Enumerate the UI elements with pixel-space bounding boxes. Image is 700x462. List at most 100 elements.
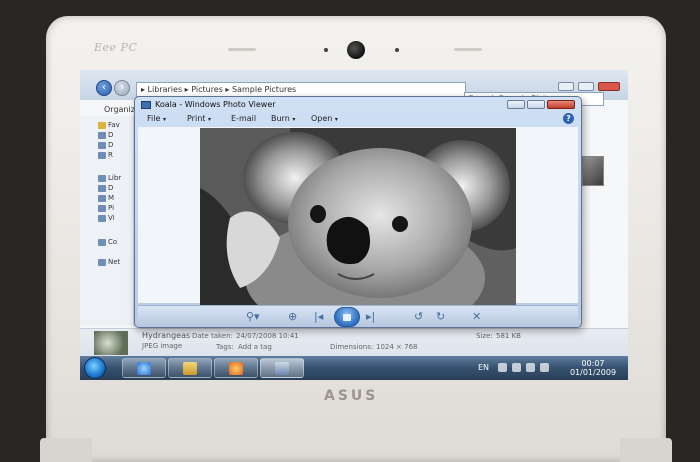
speaker-slot-right	[454, 48, 482, 51]
menu-print-label: Print	[187, 114, 206, 123]
nav-lib-item[interactable]: M	[108, 194, 114, 202]
rotate-counterclockwise-icon[interactable]: ↺	[414, 310, 423, 324]
chevron-down-icon: ▾	[207, 116, 211, 123]
rotate-clockwise-icon[interactable]: ↻	[436, 310, 445, 324]
chevron-down-icon: ▾	[162, 116, 166, 123]
details-pane: Hydrangeas JPEG image Date taken: 24/07/…	[80, 328, 628, 356]
menu-open[interactable]: Open ▾	[311, 114, 338, 123]
date-taken-label: Date taken:	[192, 332, 233, 340]
dimensions-value: 1024 × 768	[376, 343, 418, 351]
network-icon	[98, 259, 106, 266]
nav-computer[interactable]: Co	[108, 238, 117, 246]
nav-lib-item[interactable]: Vi	[108, 214, 115, 222]
details-file-type: JPEG image	[142, 342, 183, 350]
language-indicator[interactable]: EN	[478, 363, 489, 372]
webcam	[347, 41, 365, 59]
viewer-menu-bar: File ▾ Print ▾ E-mail Burn ▾ Open ▾	[137, 112, 579, 126]
menu-email[interactable]: E-mail	[231, 114, 256, 123]
laptop-screen: ‹ › ▸ Libraries ▸ Pictures ▸ Sample Pict…	[80, 70, 628, 380]
menu-burn-label: Burn	[271, 114, 290, 123]
media-player-icon	[229, 362, 243, 375]
file-thumbnail[interactable]	[582, 156, 604, 186]
flag-icon[interactable]	[512, 363, 521, 372]
asus-logo: ASUS	[324, 388, 379, 404]
computer-icon	[98, 239, 106, 246]
internet-explorer-icon	[137, 362, 151, 375]
nav-favorites[interactable]: Fav	[108, 121, 120, 129]
dimensions-label: Dimensions:	[330, 343, 374, 351]
battery-icon[interactable]	[526, 363, 535, 372]
details-file-name: Hydrangeas	[142, 331, 191, 340]
pictures-icon	[98, 205, 106, 212]
libraries-icon	[98, 175, 106, 182]
organize-menu[interactable]: Organiz	[104, 105, 135, 114]
tags-label: Tags:	[216, 343, 234, 351]
clock[interactable]: 00:07 01/01/2009	[560, 359, 626, 377]
slideshow-button[interactable]	[334, 307, 360, 327]
image-canvas	[138, 127, 578, 306]
actual-size-icon[interactable]: ⊕	[288, 310, 297, 324]
taskbar-media-player[interactable]	[214, 358, 258, 378]
documents-icon	[98, 185, 106, 192]
maximize-button[interactable]	[527, 100, 545, 109]
menu-burn[interactable]: Burn ▾	[271, 114, 295, 123]
nav-lib-item[interactable]: D	[108, 184, 113, 192]
volume-icon[interactable]	[540, 363, 549, 372]
minimize-button[interactable]	[507, 100, 525, 109]
chevron-down-icon: ▾	[334, 116, 338, 123]
sensor-dot	[395, 48, 399, 52]
tray-expand-icon[interactable]	[498, 363, 507, 372]
menu-email-label: E-mail	[231, 114, 257, 123]
menu-file[interactable]: File ▾	[147, 114, 166, 123]
help-icon[interactable]: ?	[563, 113, 574, 124]
explorer-close-button[interactable]	[598, 82, 620, 91]
photo-viewer-app-icon	[141, 101, 151, 109]
explorer-maximize-button[interactable]	[578, 82, 594, 91]
videos-icon	[98, 215, 106, 222]
chevron-down-icon: ▾	[292, 116, 296, 123]
start-button[interactable]	[84, 357, 106, 379]
koala-photo	[200, 128, 516, 306]
date-taken-value: 24/07/2008 10:41	[236, 332, 299, 340]
menu-print[interactable]: Print ▾	[187, 114, 211, 123]
close-button[interactable]	[547, 100, 575, 109]
breadcrumb[interactable]: ▸ Libraries ▸ Pictures ▸ Sample Pictures	[136, 82, 466, 97]
photo-viewer-icon	[275, 362, 289, 375]
hinge-left	[40, 438, 92, 462]
forward-button[interactable]: ›	[114, 80, 130, 96]
taskbar: EN 00:07 01/01/2009	[80, 356, 628, 380]
next-icon[interactable]: ▸|	[366, 310, 375, 324]
downloads-icon	[98, 142, 106, 149]
menu-open-label: Open	[311, 114, 333, 123]
details-thumbnail	[94, 331, 128, 355]
nav-network[interactable]: Net	[108, 258, 120, 266]
eee-pc-logo: Eee PC	[94, 41, 138, 54]
tags-value[interactable]: Add a tag	[238, 343, 272, 351]
photo-viewer-window: Koala - Windows Photo Viewer File ▾ Prin…	[134, 96, 582, 328]
music-icon	[98, 195, 106, 202]
desktop-icon	[98, 132, 106, 139]
delete-icon[interactable]: ✕	[472, 310, 481, 324]
nav-fav-item[interactable]: D	[108, 141, 113, 149]
clock-time: 00:07	[581, 359, 605, 368]
explorer-minimize-button[interactable]	[558, 82, 574, 91]
hinge-right	[620, 438, 672, 462]
menu-file-label: File	[147, 114, 161, 123]
zoom-icon[interactable]: ⚲▾	[246, 310, 260, 324]
navigation-pane: Fav D D R Libr D M Pi Vi Co Net	[80, 116, 134, 326]
taskbar-explorer[interactable]	[168, 358, 212, 378]
taskbar-internet-explorer[interactable]	[122, 358, 166, 378]
previous-icon[interactable]: |◂	[314, 310, 323, 324]
nav-fav-item[interactable]: R	[108, 151, 113, 159]
speaker-slot-left	[228, 48, 256, 51]
folder-icon	[183, 362, 197, 375]
window-title: Koala - Windows Photo Viewer	[155, 100, 276, 109]
recent-places-icon	[98, 152, 106, 159]
koala-image	[200, 128, 516, 306]
size-label: Size:	[476, 332, 493, 340]
nav-fav-item[interactable]: D	[108, 131, 113, 139]
taskbar-photo-viewer[interactable]	[260, 358, 304, 378]
nav-lib-item[interactable]: Pi	[108, 204, 114, 212]
back-button[interactable]: ‹	[96, 80, 112, 96]
nav-libraries[interactable]: Libr	[108, 174, 121, 182]
